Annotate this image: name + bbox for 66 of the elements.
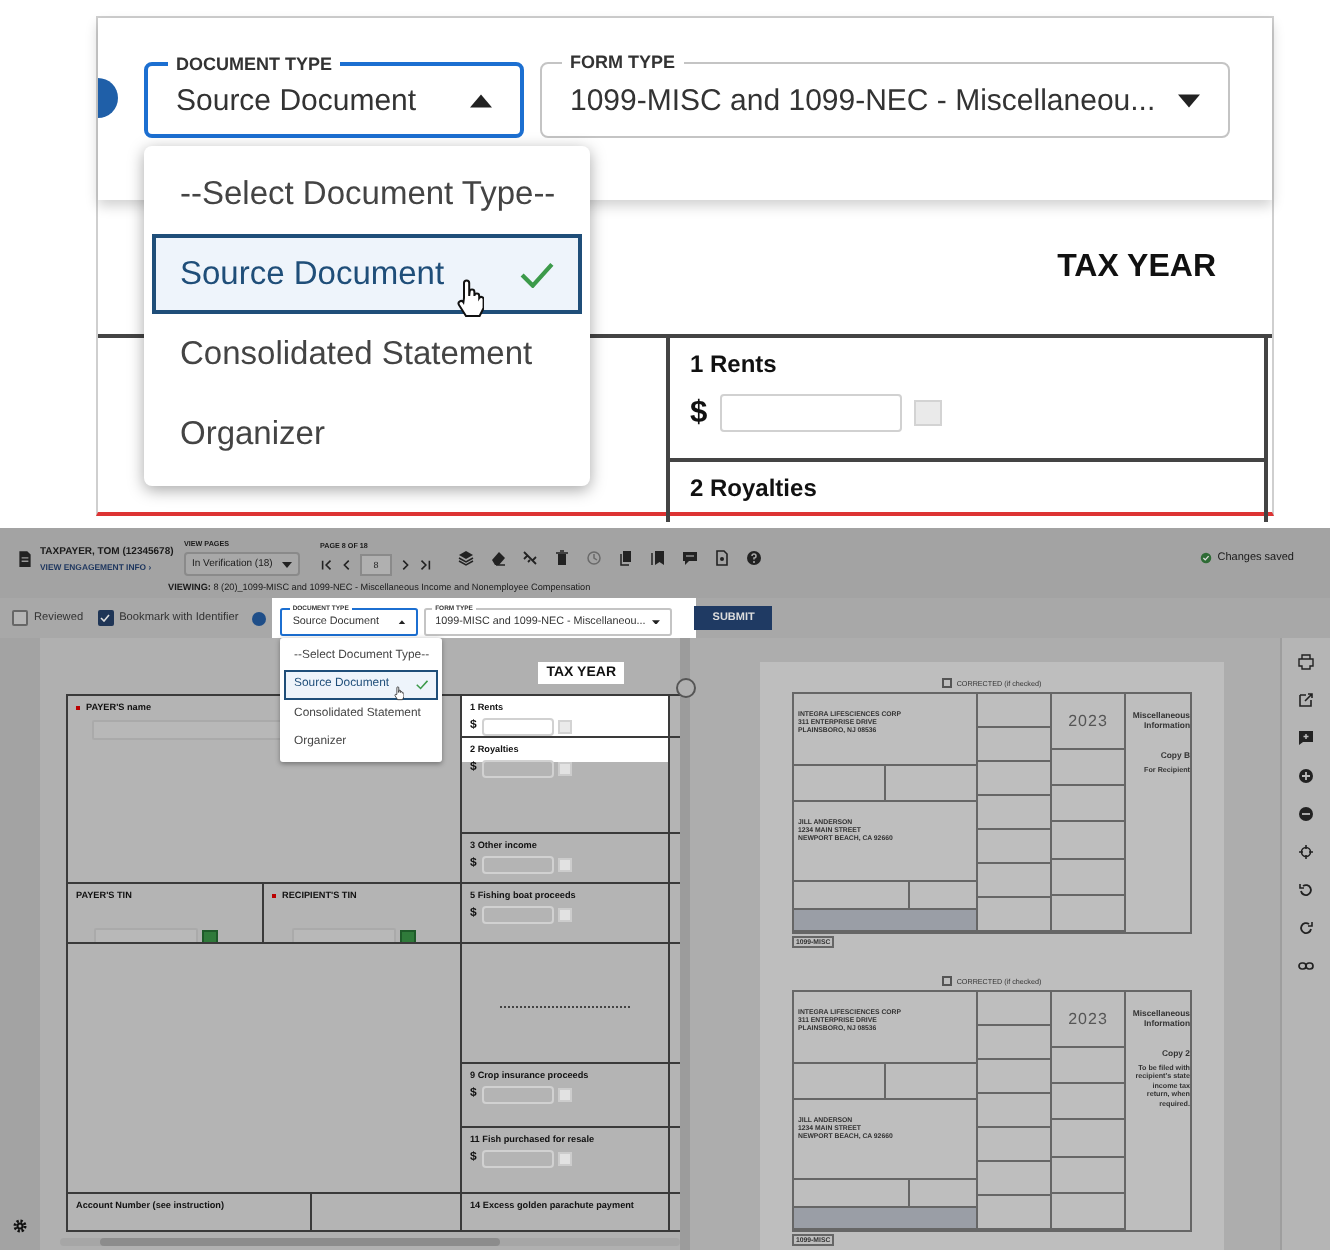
currency-sign: $ <box>690 395 708 432</box>
hand-cursor-icon <box>456 278 484 318</box>
section-heading: TAX YEAR <box>1057 249 1216 285</box>
dropdown-option[interactable]: Consolidated Statement <box>152 314 582 394</box>
check-icon <box>520 261 554 287</box>
checkbox[interactable] <box>97 610 114 626</box>
form-box <box>1052 1157 1126 1194</box>
form-box <box>1052 859 1126 896</box>
document-icon[interactable] <box>714 550 730 566</box>
caret-icon <box>470 93 492 107</box>
caret-icon <box>282 561 292 567</box>
eraser-icon[interactable] <box>490 550 506 566</box>
next-page-icon[interactable] <box>398 557 412 571</box>
check-circle-icon <box>1199 552 1212 564</box>
form-box <box>1052 1120 1126 1158</box>
zoom-out-icon[interactable] <box>1298 806 1314 822</box>
amount-field[interactable] <box>481 1086 555 1104</box>
amount-field[interactable] <box>481 718 555 736</box>
scrollbar[interactable] <box>60 1238 680 1246</box>
caret-icon <box>397 619 406 625</box>
form-box <box>1052 1084 1126 1121</box>
last-page-icon[interactable] <box>418 557 432 571</box>
zoom-in-icon[interactable] <box>1298 768 1314 784</box>
check-icon <box>415 680 428 690</box>
caret-icon <box>651 619 660 625</box>
unlink-icon[interactable] <box>522 550 538 566</box>
year-text: 2023 <box>1068 712 1108 730</box>
settings-icon[interactable] <box>12 1218 28 1234</box>
tin-field[interactable] <box>292 928 396 942</box>
dropdown-option[interactable]: Organizer <box>152 394 582 474</box>
amount-field[interactable] <box>481 760 555 778</box>
info-icon[interactable] <box>252 611 267 625</box>
field-label: 2 Royalties <box>690 474 819 502</box>
hand-cursor-icon <box>393 686 404 702</box>
crosshair-icon[interactable] <box>1298 844 1314 860</box>
checkbox[interactable] <box>12 610 28 626</box>
amount-field[interactable] <box>481 906 555 924</box>
tin-field[interactable] <box>94 928 198 942</box>
printer-icon[interactable] <box>1298 654 1314 670</box>
comment-icon[interactable] <box>682 550 698 566</box>
rotate-right-icon[interactable] <box>1298 920 1314 936</box>
amount-field[interactable] <box>481 856 555 874</box>
field-label: FORM TYPE <box>562 52 684 74</box>
form-box <box>1052 786 1126 823</box>
year-text: 2023 <box>1068 1010 1108 1028</box>
help-icon[interactable] <box>746 550 762 566</box>
amount-field[interactable] <box>481 1150 555 1168</box>
first-page-icon[interactable] <box>320 557 334 571</box>
dropdown-option[interactable]: --Select Document Type-- <box>152 154 582 234</box>
dotted-line <box>500 1006 630 1008</box>
layers-icon[interactable] <box>458 550 474 566</box>
add-comment-icon[interactable] <box>1298 730 1314 746</box>
file-icon <box>16 549 34 567</box>
field-label: 1 Rents <box>690 350 779 378</box>
dropdown-option[interactable]: Source Document <box>152 234 582 314</box>
field-label: DOCUMENT TYPE <box>168 54 341 76</box>
external-link-icon[interactable] <box>1298 692 1314 708</box>
bookmark-icon[interactable] <box>650 550 666 566</box>
rotate-left-icon[interactable] <box>1298 882 1314 898</box>
form-box <box>1052 822 1126 860</box>
copy-icon[interactable] <box>618 550 634 566</box>
amount-field[interactable] <box>719 393 903 433</box>
previous-page-icon[interactable] <box>340 557 354 571</box>
caret-icon <box>1178 93 1200 107</box>
link-icon[interactable] <box>1298 958 1314 974</box>
trash-icon[interactable] <box>554 550 570 566</box>
